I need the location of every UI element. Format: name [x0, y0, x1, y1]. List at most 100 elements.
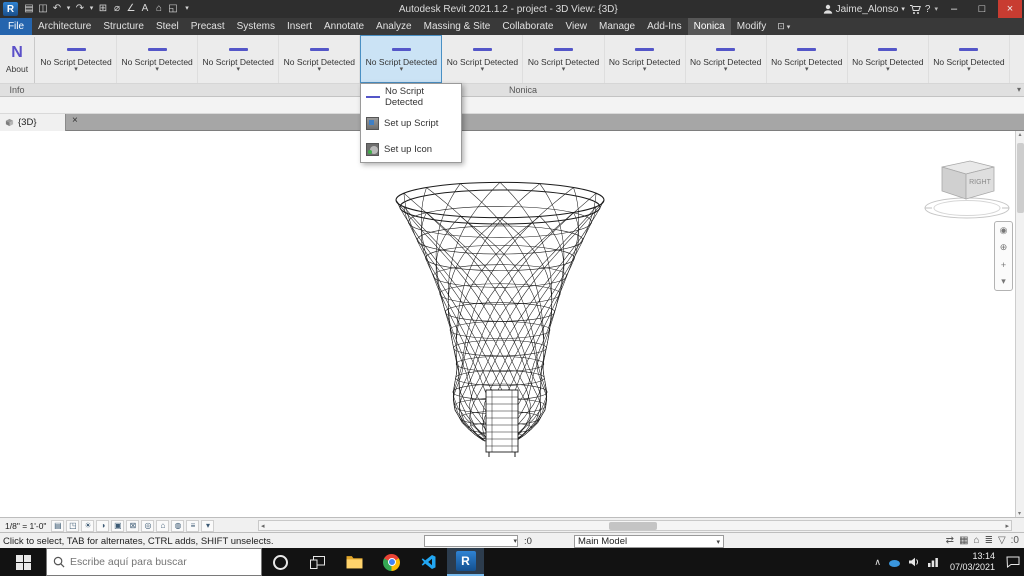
- maximize-button[interactable]: □: [970, 0, 994, 18]
- redo-icon[interactable]: ↷: [74, 0, 86, 18]
- search-input[interactable]: [70, 556, 255, 568]
- tab-collaborate[interactable]: Collaborate: [496, 18, 559, 35]
- steering-wheel-icon[interactable]: ◉: [1000, 225, 1008, 236]
- nonica-script-button[interactable]: No Script Detected▾: [848, 35, 929, 83]
- scroll-right-icon[interactable]: ▸: [1005, 522, 1009, 531]
- revit-taskbar-button[interactable]: R: [447, 548, 484, 576]
- nonica-script-button[interactable]: No Script Detected▾: [117, 35, 198, 83]
- taskbar-search[interactable]: [46, 548, 262, 576]
- menu-item-set-up-script[interactable]: Set up Script: [361, 110, 461, 136]
- horizontal-scrollbar[interactable]: ◂ ▸: [258, 520, 1012, 531]
- scroll-up-icon[interactable]: ▴: [1018, 132, 1021, 138]
- reveal-hidden-icon[interactable]: ⌂: [156, 520, 169, 532]
- tab-structure[interactable]: Structure: [97, 18, 150, 35]
- menu-item-set-up-icon[interactable]: Set up Icon: [361, 136, 461, 162]
- text-icon[interactable]: A: [139, 0, 151, 18]
- tab-insert[interactable]: Insert: [281, 18, 318, 35]
- view-tab-close-icon[interactable]: ×: [72, 115, 78, 126]
- tab-systems[interactable]: Systems: [231, 18, 281, 35]
- default-3d-view-icon[interactable]: ⌂: [153, 0, 165, 18]
- worksets-combo[interactable]: ▾: [424, 535, 518, 547]
- start-button[interactable]: [0, 548, 46, 576]
- network-icon[interactable]: [927, 557, 939, 567]
- tab-steel[interactable]: Steel: [150, 18, 185, 35]
- crop-view-icon[interactable]: ▣: [111, 520, 124, 532]
- cortana-button[interactable]: [262, 548, 299, 576]
- action-center-icon[interactable]: [1006, 556, 1020, 568]
- onedrive-cloud-icon[interactable]: [888, 557, 901, 568]
- visual-style-icon[interactable]: ◳: [66, 520, 79, 532]
- scroll-down-icon[interactable]: ▾: [1018, 510, 1021, 517]
- scale-button[interactable]: 1/8" = 1'-0": [2, 521, 49, 531]
- task-view-button[interactable]: [299, 548, 336, 576]
- nonica-script-button[interactable]: No Script Detected▾: [929, 35, 1010, 83]
- tab-annotate[interactable]: Annotate: [318, 18, 370, 35]
- nonica-script-button[interactable]: No Script Detected▾: [36, 35, 117, 83]
- nonica-script-button[interactable]: No Script Detected▾: [279, 35, 360, 83]
- help-caret-icon[interactable]: ▾: [934, 5, 938, 13]
- minimize-button[interactable]: –: [942, 0, 966, 18]
- help-menu[interactable]: ?: [925, 4, 931, 15]
- tab-massing-site[interactable]: Massing & Site: [418, 18, 497, 35]
- save-icon[interactable]: ◫: [37, 0, 49, 18]
- tray-expand-icon[interactable]: ∧: [874, 557, 881, 568]
- sun-path-icon[interactable]: ☀: [81, 520, 94, 532]
- tab-analyze[interactable]: Analyze: [370, 18, 418, 35]
- ribbon-collapse-icon[interactable]: ▾: [1017, 85, 1021, 94]
- constraints-icon[interactable]: ≡: [186, 520, 199, 532]
- section-icon[interactable]: ◱: [167, 0, 179, 18]
- nonica-script-button[interactable]: No Script Detected▾: [767, 35, 848, 83]
- file-explorer-button[interactable]: [336, 548, 373, 576]
- pan-icon[interactable]: +: [1001, 260, 1006, 270]
- about-button[interactable]: N About: [0, 35, 34, 83]
- undo-caret-icon[interactable]: ▾: [65, 0, 72, 18]
- modify-options-icon[interactable]: ⊡ ▾: [772, 18, 795, 35]
- qat-customize-icon[interactable]: ▾: [181, 0, 193, 18]
- detail-level-icon[interactable]: ▤: [51, 520, 64, 532]
- worksharing-display-icon[interactable]: ▦: [959, 535, 968, 546]
- file-menu-button[interactable]: File: [0, 18, 32, 35]
- menu-item-no-script-detected[interactable]: No Script Detected: [361, 84, 461, 110]
- tab-manage[interactable]: Manage: [593, 18, 641, 35]
- nonica-script-button[interactable]: No Script Detected▾: [686, 35, 767, 83]
- app-store-cart-icon[interactable]: [909, 4, 921, 15]
- nonica-script-button[interactable]: No Script Detected▾: [523, 35, 604, 83]
- press-drag-icon[interactable]: ≣: [985, 535, 993, 546]
- tab-nonica[interactable]: Nonica: [688, 18, 731, 35]
- selection-filter-icon[interactable]: ▽: [998, 535, 1006, 546]
- shadows-icon[interactable]: ◑: [96, 520, 109, 532]
- temporary-hide-icon[interactable]: ◎: [141, 520, 154, 532]
- nonica-script-button[interactable]: No Script Detected▾: [442, 35, 523, 83]
- vscode-button[interactable]: [410, 548, 447, 576]
- nonica-script-button-selected[interactable]: No Script Detected▾: [360, 35, 442, 83]
- redo-caret-icon[interactable]: ▾: [88, 0, 95, 18]
- chrome-button[interactable]: [373, 548, 410, 576]
- editable-only-icon[interactable]: ⇄: [946, 535, 954, 546]
- exclude-options-icon[interactable]: ⌂: [974, 535, 980, 546]
- navbar-expand-icon[interactable]: ▾: [1001, 276, 1006, 287]
- close-button[interactable]: ×: [998, 0, 1022, 18]
- tab-modify[interactable]: Modify: [731, 18, 772, 35]
- zoom-icon[interactable]: ⊕: [1000, 242, 1008, 253]
- print-icon[interactable]: ⊞: [97, 0, 109, 18]
- account-menu[interactable]: Jaime_Alonso ▾: [823, 4, 905, 15]
- tab-add-ins[interactable]: Add-Ins: [641, 18, 687, 35]
- nonica-script-button[interactable]: No Script Detected▾: [198, 35, 279, 83]
- view-tab-3d[interactable]: {3D}: [0, 114, 66, 131]
- taskbar-clock[interactable]: 13:14 07/03/2021: [946, 551, 999, 573]
- design-options-combo[interactable]: Main Model ▾: [574, 535, 724, 548]
- revit-app-icon[interactable]: R: [3, 2, 18, 16]
- worksets-input[interactable]: [425, 536, 513, 546]
- vcb-more-icon[interactable]: ▾: [201, 520, 214, 532]
- horizontal-scrollbar-thumb[interactable]: [609, 522, 657, 530]
- tab-architecture[interactable]: Architecture: [32, 18, 97, 35]
- undo-icon[interactable]: ↶: [51, 0, 63, 18]
- nonica-script-button[interactable]: No Script Detected▾: [605, 35, 686, 83]
- drawing-area[interactable]: RIGHT ◉ ⊕ + ▾ ▴ ▾: [0, 131, 1024, 517]
- temporary-view-properties-icon[interactable]: ◍: [171, 520, 184, 532]
- open-icon[interactable]: ▤: [23, 0, 35, 18]
- viewcube[interactable]: RIGHT: [920, 151, 1015, 227]
- vertical-scrollbar-thumb[interactable]: [1017, 143, 1024, 213]
- volume-icon[interactable]: [908, 557, 920, 567]
- crop-region-icon[interactable]: ⊠: [126, 520, 139, 532]
